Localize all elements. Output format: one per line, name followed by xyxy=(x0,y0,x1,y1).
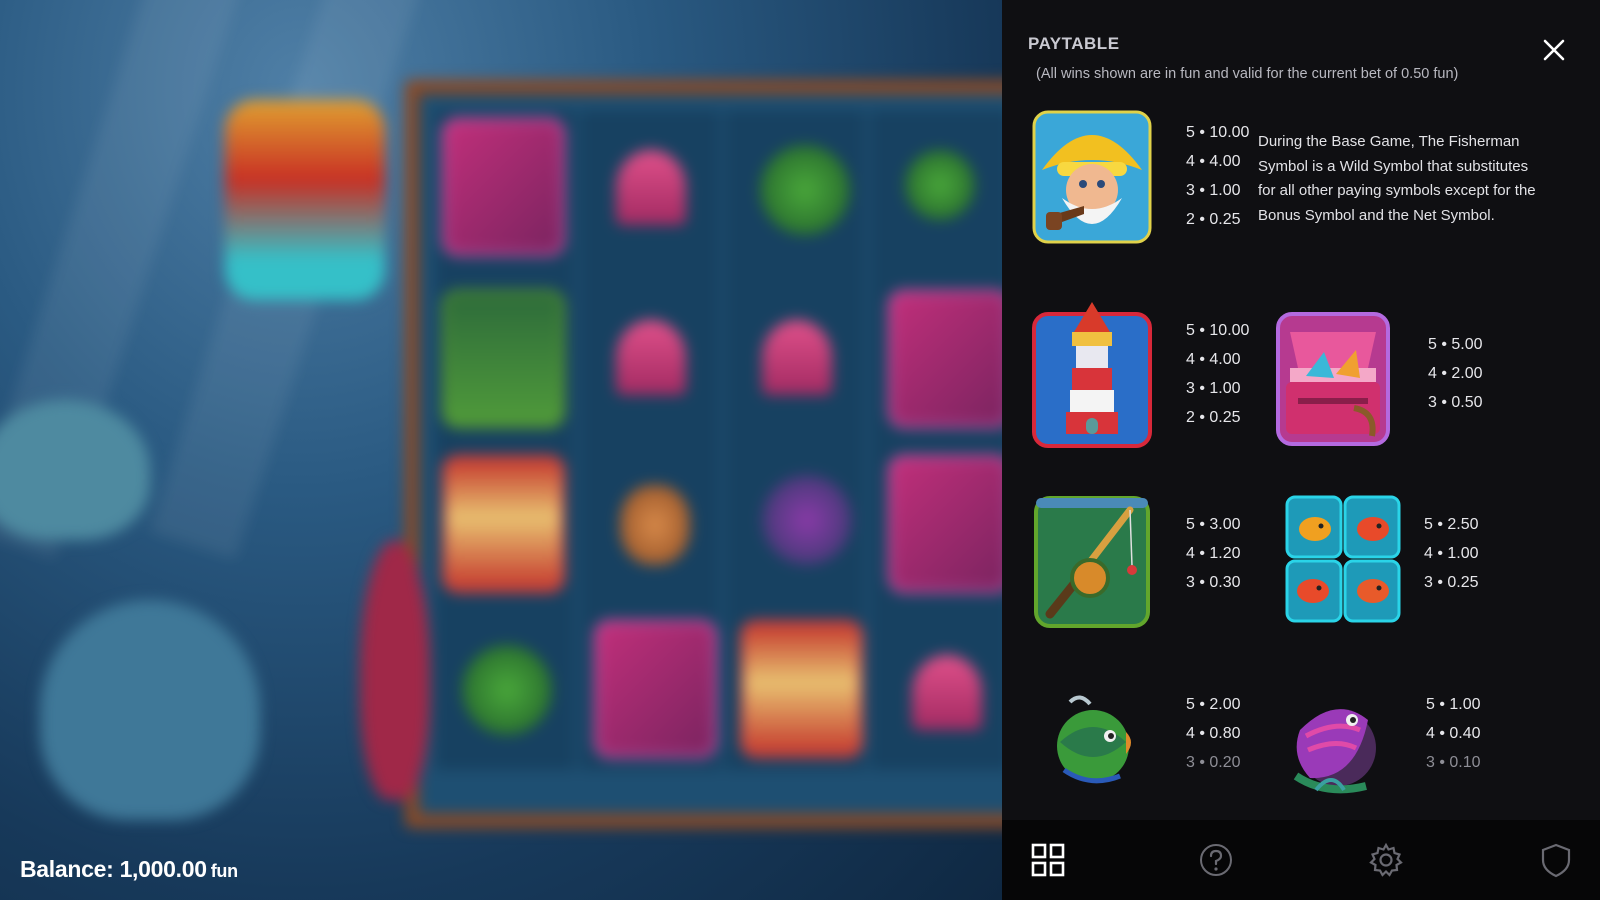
settings-icon xyxy=(1369,842,1403,877)
responsible-gaming-nav-button[interactable] xyxy=(1538,842,1574,878)
pay-row: 3 • 0.30 xyxy=(1186,574,1241,591)
goldfish-pays: 5 • 2.50 4 • 1.00 3 • 0.25 xyxy=(1424,510,1479,597)
help-nav-button[interactable] xyxy=(1198,842,1234,878)
help-icon xyxy=(1200,844,1232,876)
green-fish-icon xyxy=(1057,695,1131,784)
green-fish-pays: 5 • 2.00 4 • 0.80 3 • 0.20 xyxy=(1186,690,1241,777)
balance-unit: fun xyxy=(210,861,238,881)
pay-row: 3 • 1.00 xyxy=(1186,182,1241,199)
pay-row: 4 • 2.00 xyxy=(1428,365,1483,382)
pay-row: 3 • 0.20 xyxy=(1186,754,1241,771)
wild-symbol-description: During the Base Game, The Fisherman Symb… xyxy=(1258,133,1536,224)
paytable-subtitle: (All wins shown are in fun and valid for… xyxy=(1036,66,1459,82)
purple-fish-pays: 5 • 1.00 4 • 0.40 3 • 0.10 xyxy=(1426,690,1481,777)
pay-row: 5 • 10.00 xyxy=(1186,322,1250,339)
lighthouse-pays: 5 • 10.00 4 • 4.00 3 • 1.00 2 • 0.25 xyxy=(1186,316,1249,432)
game-background: Balance: 1,000.00 fun xyxy=(0,0,1002,900)
fishing-rod-icon xyxy=(1034,496,1150,628)
pay-row: 4 • 1.20 xyxy=(1186,545,1241,562)
pay-row: 5 • 3.00 xyxy=(1186,516,1241,533)
pay-row: 5 • 2.00 xyxy=(1186,696,1241,713)
pay-row: 5 • 1.00 xyxy=(1426,696,1481,713)
tackle-box-pays: 5 • 5.00 4 • 2.00 3 • 0.50 xyxy=(1428,330,1483,417)
balance-display: Balance: 1,000.00 fun xyxy=(20,856,238,883)
pay-row: 3 • 0.25 xyxy=(1424,574,1479,591)
pay-row: 5 • 5.00 xyxy=(1428,336,1483,353)
balance-amount: Balance: 1,000.00 xyxy=(20,856,207,882)
purple-fish-icon xyxy=(1293,709,1376,794)
pay-row: 4 • 0.40 xyxy=(1426,725,1481,742)
shield-icon xyxy=(1541,843,1571,878)
tackle-box-icon xyxy=(1276,312,1390,446)
pay-row: 4 • 1.00 xyxy=(1424,545,1479,562)
settings-nav-button[interactable] xyxy=(1368,842,1404,878)
fisherman-icon xyxy=(1032,110,1152,244)
pay-row: 5 • 2.50 xyxy=(1424,516,1479,533)
pay-row: 2 • 0.25 xyxy=(1186,211,1241,228)
pay-row: 4 • 4.00 xyxy=(1186,153,1241,170)
paytable-panel: PAYTABLE (All wins shown are in fun and … xyxy=(1002,0,1600,820)
game-logo xyxy=(225,100,385,300)
blurred-reels xyxy=(0,0,1002,900)
bottom-navigation xyxy=(1002,820,1600,900)
pay-row: 3 • 1.00 xyxy=(1186,380,1241,397)
pay-row: 5 • 10.00 xyxy=(1186,124,1250,141)
pay-row: 4 • 4.00 xyxy=(1186,351,1241,368)
pay-row: 4 • 0.80 xyxy=(1186,725,1241,742)
goldfish-icon xyxy=(1285,495,1401,623)
close-button[interactable] xyxy=(1540,36,1568,64)
fisherman-pays: 5 • 10.00 4 • 4.00 3 • 1.00 2 • 0.25 xyxy=(1186,118,1249,234)
lighthouse-icon xyxy=(1032,302,1152,448)
grid-icon xyxy=(1031,843,1065,877)
close-icon xyxy=(1543,39,1565,61)
paytable-nav-button[interactable] xyxy=(1030,842,1066,878)
pay-row: 3 • 0.10 xyxy=(1426,754,1481,771)
fishing-rod-pays: 5 • 3.00 4 • 1.20 3 • 0.30 xyxy=(1186,510,1241,597)
pay-row: 2 • 0.25 xyxy=(1186,409,1241,426)
paytable-title: PAYTABLE xyxy=(1028,34,1120,53)
pay-row: 3 • 0.50 xyxy=(1428,394,1483,411)
